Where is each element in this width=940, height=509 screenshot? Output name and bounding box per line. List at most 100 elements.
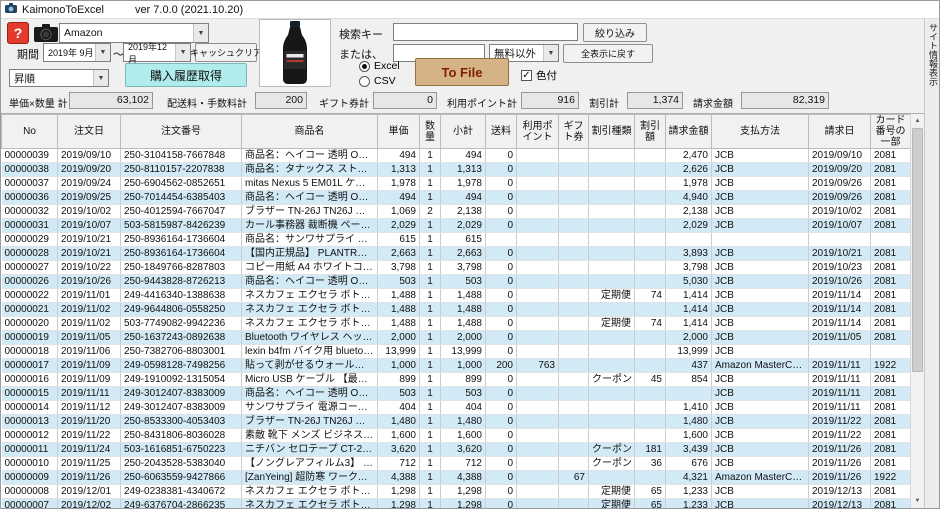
table-cell	[589, 303, 635, 317]
table-cell: 2019/10/02	[809, 205, 871, 219]
table-cell: クーポン	[589, 457, 635, 471]
table-cell: 00000037	[2, 177, 58, 191]
table-row[interactable]: 000000122019/11/22250-8431806-8036028素敵 …	[2, 429, 911, 443]
table-row[interactable]: 000000162019/11/09249-1910092-1315054Mic…	[2, 373, 911, 387]
table-cell: 249-3012407-8383009	[121, 387, 242, 401]
help-button[interactable]: ?	[7, 22, 29, 44]
table-row[interactable]: 000000292019/10/21250-8936164-1736604商品名…	[2, 233, 911, 247]
radio-excel[interactable]: Excel	[359, 60, 400, 72]
table-cell: 3,439	[666, 443, 712, 457]
table-row[interactable]: 000000212019/11/02249-9644806-0558250ネスカ…	[2, 303, 911, 317]
table-cell: ニチバン セロテープ CT-24 CT-24 000...	[242, 443, 378, 457]
column-header[interactable]: 商品名	[242, 115, 378, 149]
table-row[interactable]: 000000132019/11/20250-8533300-4053403ブラザ…	[2, 415, 911, 429]
column-header[interactable]: 割引種類	[589, 115, 635, 149]
table-cell: 00000019	[2, 331, 58, 345]
table-cell: JCB	[712, 373, 809, 387]
table-row[interactable]: 000000272019/10/22250-1849766-8287803コピー…	[2, 261, 911, 275]
table-row[interactable]: 000000152019/11/11249-3012407-8383009商品名…	[2, 387, 911, 401]
column-header[interactable]: No	[2, 115, 58, 149]
sort-order-select[interactable]: 昇順 ▼	[9, 69, 109, 87]
table-cell: 712	[441, 457, 486, 471]
table-cell: 2,029	[441, 219, 486, 233]
column-header[interactable]: 注文日	[58, 115, 121, 149]
table-row[interactable]: 000000382019/09/20250-8110157-2207838商品名…	[2, 163, 911, 177]
table-row[interactable]: 000000372019/09/24250-6904562-0852651mit…	[2, 177, 911, 191]
vertical-scrollbar[interactable]: ▲ ▼	[910, 114, 924, 508]
table-row[interactable]: 000000142019/11/12249-3012407-8383009サンワ…	[2, 401, 911, 415]
table-cell: 5,030	[666, 275, 712, 289]
scrollbar-thumb[interactable]	[912, 128, 923, 372]
table-cell	[589, 387, 635, 401]
sum-shipping-value: 200	[255, 92, 307, 109]
site-info-toggle[interactable]: サイト情報表示	[924, 19, 939, 508]
table-row[interactable]: 000000082019/12/01249-0238381-4340672ネスカ…	[2, 485, 911, 499]
table-cell	[809, 233, 871, 247]
table-cell: JCB	[712, 247, 809, 261]
table-row[interactable]: 000000362019/09/25250-7014454-6385403商品名…	[2, 191, 911, 205]
table-cell: 1,298	[441, 499, 486, 509]
table-cell: 899	[441, 373, 486, 387]
table-cell	[559, 373, 589, 387]
period-to-select[interactable]: 2019年12月 ▼	[123, 43, 191, 62]
column-header[interactable]: 数量	[420, 115, 441, 149]
table-cell	[559, 429, 589, 443]
table-cell	[666, 233, 712, 247]
table-cell	[635, 233, 666, 247]
column-header[interactable]: 請求日	[809, 115, 871, 149]
table-cell: 00000027	[2, 261, 58, 275]
table-cell	[559, 457, 589, 471]
table-row[interactable]: 000000102019/11/25250-2043528-5383040【ノン…	[2, 457, 911, 471]
table-cell: 200	[486, 359, 517, 373]
table-row[interactable]: 000000092019/11/26250-6063559-9427866[Za…	[2, 471, 911, 485]
radio-csv[interactable]: CSV	[359, 75, 396, 87]
column-header[interactable]: 注文番号	[121, 115, 242, 149]
table-cell: 【国内正規品】 PLANTRONICS Blueto...	[242, 247, 378, 261]
table-row[interactable]: 000000182019/11/06250-7382706-8803001lex…	[2, 345, 911, 359]
column-header[interactable]: カード番号の一部	[871, 115, 911, 149]
table-row[interactable]: 000000112019/11/24503-1616851-6750223ニチバ…	[2, 443, 911, 457]
table-cell	[635, 191, 666, 205]
table-cell: 249-4416340-1388638	[121, 289, 242, 303]
table-row[interactable]: 000000222019/11/01249-4416340-1388638ネスカ…	[2, 289, 911, 303]
table-row[interactable]: 000000312019/10/07503-5815987-8426239カール…	[2, 219, 911, 233]
table-cell: JCB	[712, 303, 809, 317]
column-header[interactable]: ギフト券	[559, 115, 589, 149]
column-header[interactable]: 送料	[486, 115, 517, 149]
scroll-up-icon[interactable]: ▲	[911, 114, 924, 128]
table-cell: 3,798	[441, 261, 486, 275]
table-row[interactable]: 000000262019/10/26250-9443828-8726213商品名…	[2, 275, 911, 289]
cache-clear-button[interactable]: キャッシュクリア	[195, 43, 257, 62]
scroll-down-icon[interactable]: ▼	[911, 494, 924, 508]
table-row[interactable]: 000000172019/11/09249-0598128-7498256貼って…	[2, 359, 911, 373]
table-cell: 00000026	[2, 275, 58, 289]
column-header[interactable]: 単価	[378, 115, 420, 149]
column-header[interactable]: 請求金額	[666, 115, 712, 149]
table-cell: 00000039	[2, 149, 58, 163]
period-from-select[interactable]: 2019年 9月 ▼	[43, 43, 111, 62]
column-header[interactable]: 割引額	[635, 115, 666, 149]
table-cell: クーポン	[589, 443, 635, 457]
table-cell	[517, 261, 559, 275]
column-header[interactable]: 利用ポイント	[517, 115, 559, 149]
column-header[interactable]: 小計	[441, 115, 486, 149]
to-file-button[interactable]: To File	[415, 58, 509, 86]
color-checkbox[interactable]: ✓ 色付	[521, 68, 557, 83]
search-input[interactable]	[393, 23, 578, 41]
filter-button[interactable]: 絞り込み	[583, 23, 647, 42]
table-cell: 404	[378, 401, 420, 415]
table-row[interactable]: 000000392019/09/10250-3104158-7667848商品名…	[2, 149, 911, 163]
table-cell: ネスカフェ エクセラ ボトルコーヒー 甘...	[242, 485, 378, 499]
table-cell: 1	[420, 485, 441, 499]
table-row[interactable]: 000000192019/11/05250-1637243-0892638Blu…	[2, 331, 911, 345]
table-cell: 2019/11/06	[58, 345, 121, 359]
table-row[interactable]: 000000282019/10/21250-8936164-1736604【国内…	[2, 247, 911, 261]
column-header[interactable]: 支払方法	[712, 115, 809, 149]
table-row[interactable]: 000000202019/11/02503-7749082-9942236ネスカ…	[2, 317, 911, 331]
show-all-button[interactable]: 全表示に戻す	[563, 44, 653, 63]
table-cell: ネスカフェ エクセラ ボトルコーヒー 無...	[242, 499, 378, 509]
fetch-history-button[interactable]: 購入履歴取得	[125, 63, 247, 87]
table-row[interactable]: 000000322019/10/02250-4012594-7667047ブラザ…	[2, 205, 911, 219]
table-row[interactable]: 000000072019/12/02249-6376704-2866235ネスカ…	[2, 499, 911, 509]
table-cell: 4,388	[441, 471, 486, 485]
